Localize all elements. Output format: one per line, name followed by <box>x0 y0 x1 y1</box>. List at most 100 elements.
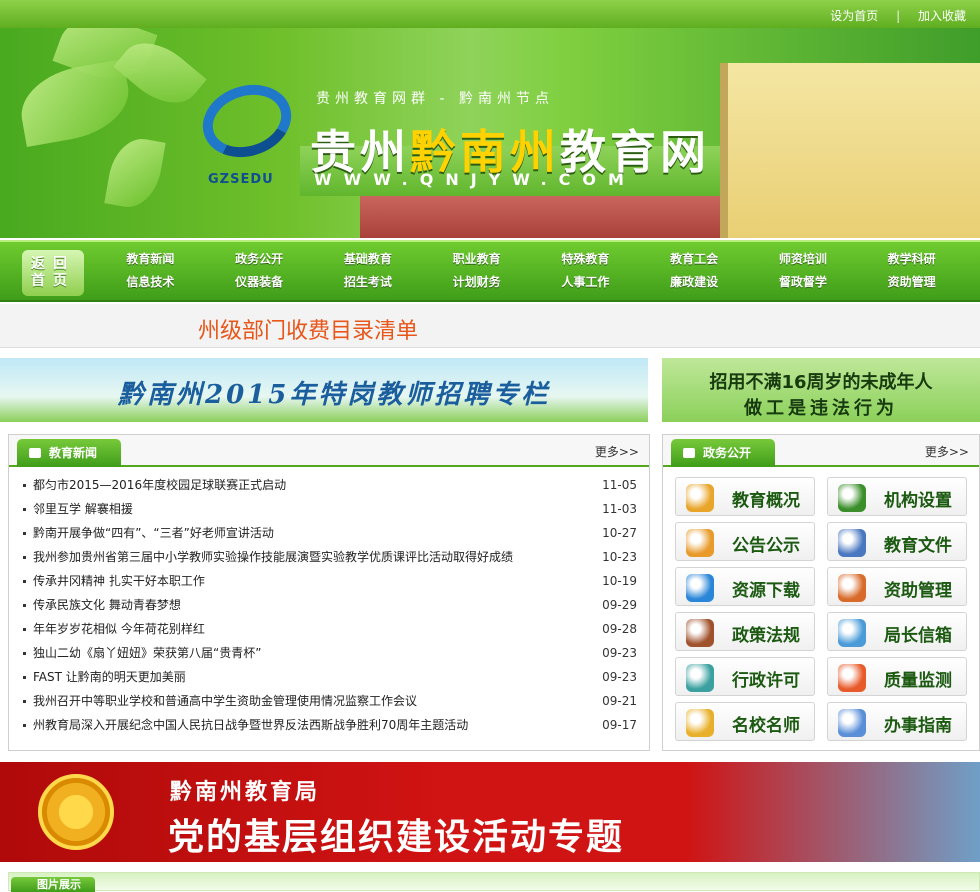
nav-item[interactable]: 廉政建设 <box>640 273 749 290</box>
logo-text: GZSEDU <box>208 172 274 187</box>
gov-button-label: 教育概况 <box>732 491 800 511</box>
party-building-banner[interactable]: 黔南州教育局 党的基层组织建设活动专题 <box>0 762 980 862</box>
teacher-recruit-banner[interactable]: 黔南州2015年特岗教师招聘专栏 <box>0 358 648 422</box>
gov-button-label: 机构设置 <box>884 491 952 511</box>
national-emblem-icon <box>38 774 114 850</box>
fee-list-link[interactable]: 州级部门收费目录清单 <box>198 313 418 345</box>
gov-more-link[interactable]: 更多>> <box>925 443 969 460</box>
nav-item[interactable]: 督政督学 <box>749 273 858 290</box>
nav-item[interactable]: 教育新闻 <box>96 250 205 267</box>
party-banner-line1: 黔南州教育局 <box>170 779 321 805</box>
gov-button-label: 办事指南 <box>884 716 952 736</box>
gov-button[interactable]: 局长信箱 <box>827 612 967 651</box>
header-banner: GZSEDU 贵州教育网群 - 黔南州节点 贵州黔南州教育网 WWW.QNJYW… <box>0 28 980 238</box>
gov-button[interactable]: 行政许可 <box>675 657 815 696</box>
news-more-link[interactable]: 更多>> <box>595 443 639 460</box>
nav-item[interactable]: 人事工作 <box>531 273 640 290</box>
nav-item[interactable]: 教育工会 <box>640 250 749 267</box>
home-button[interactable]: 返回 首页 <box>22 250 84 296</box>
nav-item[interactable]: 招生考试 <box>314 273 423 290</box>
gov-button[interactable]: 质量监测 <box>827 657 967 696</box>
gov-button-label: 质量监测 <box>884 671 952 691</box>
gov-button-label: 行政许可 <box>732 671 800 691</box>
nav-item[interactable]: 师资培训 <box>749 250 858 267</box>
gov-button-label: 资助管理 <box>884 581 952 601</box>
gov-tab[interactable]: 政务公开 <box>671 439 776 467</box>
gzsedu-logo-icon <box>193 73 301 169</box>
news-date: 09-29 <box>602 598 637 612</box>
news-date: 09-23 <box>602 646 637 660</box>
nav-item[interactable]: 信息技术 <box>96 273 205 290</box>
news-date: 09-23 <box>602 670 637 684</box>
gov-button-label: 局长信箱 <box>884 626 952 646</box>
gov-button[interactable]: 名校名师 <box>675 702 815 741</box>
news-title[interactable]: 传承民族文化 舞动青春梦想 <box>21 593 181 617</box>
news-item[interactable]: 我州参加贵州省第三届中小学教师实验操作技能展演暨实验教学优质课评比活动取得好成绩… <box>21 545 637 569</box>
news-item[interactable]: 州教育局深入开展纪念中国人民抗日战争暨世界反法西斯战争胜利70周年主题活动 09-… <box>21 713 637 737</box>
site-url: WWW.QNJYW.COM <box>314 170 636 189</box>
news-item[interactable]: FAST 让黔南的明天更加美丽 09-23 <box>21 665 637 689</box>
news-item[interactable]: 传承井冈精神 扎实干好本职工作 10-19 <box>21 569 637 593</box>
news-title[interactable]: 传承井冈精神 扎实干好本职工作 <box>21 569 205 593</box>
add-favorite-link[interactable]: 加入收藏 <box>918 9 966 23</box>
news-item[interactable]: 传承民族文化 舞动青春梦想 09-29 <box>21 593 637 617</box>
main-nav: 返回 首页 教育新闻 政务公开 基础教育 职业教育 特殊教育 教育工会 师资培训 教学科研信息… <box>0 240 980 302</box>
news-title[interactable]: FAST 让黔南的明天更加美丽 <box>21 665 186 689</box>
news-date: 09-17 <box>602 718 637 732</box>
nav-item[interactable]: 政务公开 <box>205 250 314 267</box>
gov-panel-header: 政务公开 更多>> <box>663 435 979 467</box>
gov-button[interactable]: 资源下载 <box>675 567 815 606</box>
nav-item[interactable]: 职业教育 <box>422 250 531 267</box>
person-pointer-icon <box>838 709 866 737</box>
child-labor-banner[interactable]: 招用不满16周岁的未成年人 做工是违法行为 <box>662 358 980 422</box>
books-icon <box>838 529 866 557</box>
news-title[interactable]: 黔南开展争做“四有”、“三者”好老师宣讲活动 <box>21 521 274 545</box>
nav-item[interactable]: 资助管理 <box>857 273 966 290</box>
gov-button[interactable]: 教育文件 <box>827 522 967 561</box>
gov-button[interactable]: 机构设置 <box>827 477 967 516</box>
law-books-icon <box>686 619 714 647</box>
nav-item[interactable]: 仪器装备 <box>205 273 314 290</box>
news-title[interactable]: 我州参加贵州省第三届中小学教师实验操作技能展演暨实验教学优质课评比活动取得好成绩 <box>21 545 513 569</box>
news-date: 10-27 <box>602 526 637 540</box>
gov-button[interactable]: 教育概况 <box>675 477 815 516</box>
set-home-link[interactable]: 设为首页 <box>830 9 878 23</box>
people-icon <box>686 709 714 737</box>
nav-item[interactable]: 特殊教育 <box>531 250 640 267</box>
news-list: 都匀市2015—2016年度校园足球联赛正式启动 11-05 邻里互学 解褰相援 11… <box>9 467 649 743</box>
news-title[interactable]: 州教育局深入开展纪念中国人民抗日战争暨世界反法西斯战争胜利70周年主题活动 <box>21 713 468 737</box>
gov-button[interactable]: 政策法规 <box>675 612 815 651</box>
gov-button[interactable]: 资助管理 <box>827 567 967 606</box>
news-item[interactable]: 黔南开展争做“四有”、“三者”好老师宣讲活动 10-27 <box>21 521 637 545</box>
news-title[interactable]: 独山二幼《扇丫妞妞》荣获第八届“贵青杯” <box>21 641 261 665</box>
party-banner-line2: 党的基层组织建设活动专题 <box>168 816 625 858</box>
separator: | <box>896 9 901 23</box>
nav-item[interactable]: 教学科研 <box>857 250 966 267</box>
photo-tab[interactable]: 图片展示 <box>11 877 95 892</box>
gov-panel: 政务公开 更多>> 教育概况 机构设置公告公示 教育文件资源下载 资助管理政策法规 局长… <box>662 434 980 751</box>
pencil-cup-icon <box>686 484 714 512</box>
news-title[interactable]: 邻里互学 解褰相援 <box>21 497 133 521</box>
news-title[interactable]: 我州召开中等职业学校和普通高中学生资助金管理使用情况监察工作会议 <box>21 689 417 713</box>
news-tab[interactable]: 教育新闻 <box>17 439 122 467</box>
gov-button-label: 资源下载 <box>732 581 800 601</box>
news-title[interactable]: 都匀市2015—2016年度校园足球联赛正式启动 <box>21 473 286 497</box>
news-date: 11-03 <box>602 502 637 516</box>
news-item[interactable]: 我州召开中等职业学校和普通高中学生资助金管理使用情况监察工作会议 09-21 <box>21 689 637 713</box>
gov-button[interactable]: 公告公示 <box>675 522 815 561</box>
school-building-image <box>720 63 980 238</box>
house-icon <box>838 574 866 602</box>
news-item[interactable]: 都匀市2015—2016年度校园足球联赛正式启动 11-05 <box>21 473 637 497</box>
gov-button-label: 教育文件 <box>884 536 952 556</box>
envelope-icon <box>686 529 714 557</box>
news-item[interactable]: 独山二幼《扇丫妞妞》荣获第八届“贵青杯” 09-23 <box>21 641 637 665</box>
news-item[interactable]: 年年岁岁花相似 今年荷花别样红 09-28 <box>21 617 637 641</box>
gov-button[interactable]: 办事指南 <box>827 702 967 741</box>
news-item[interactable]: 邻里互学 解褰相援 11-03 <box>21 497 637 521</box>
news-panel-header: 教育新闻 更多>> <box>9 435 649 467</box>
teacher-recruit-text: 黔南州2015年特岗教师招聘专栏 <box>118 380 551 410</box>
news-title[interactable]: 年年岁岁花相似 今年荷花别样红 <box>21 617 205 641</box>
nav-item[interactable]: 计划财务 <box>422 273 531 290</box>
nav-item[interactable]: 基础教育 <box>314 250 423 267</box>
gov-button-label: 政策法规 <box>732 626 800 646</box>
